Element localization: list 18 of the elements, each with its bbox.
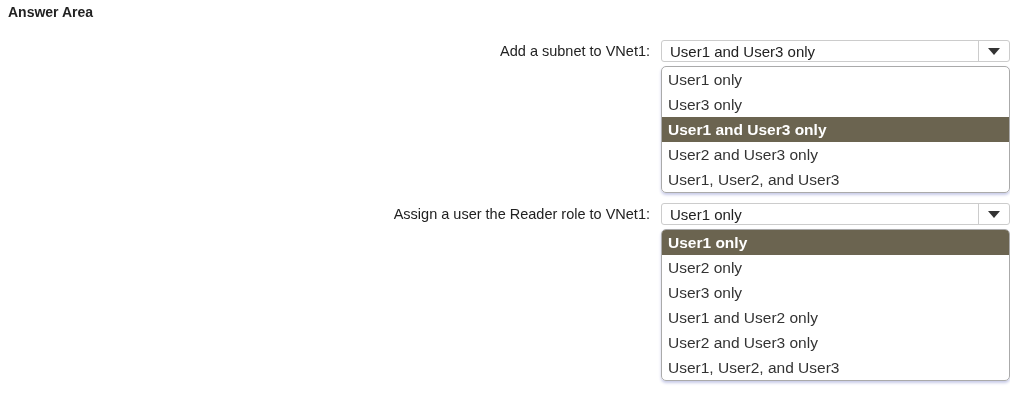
caret-icon [988, 210, 1000, 218]
answer-area-title: Answer Area [7, 4, 95, 20]
dropdown-option[interactable]: User2 and User3 only [662, 142, 1009, 167]
question-label: Add a subnet to VNet1: [499, 42, 650, 61]
dropdown-option[interactable]: User1, User2, and User3 [662, 355, 1009, 380]
caret-icon [988, 47, 1000, 55]
dropdown-option[interactable]: User1, User2, and User3 [662, 167, 1009, 192]
dropdown-option[interactable]: User1 only [662, 230, 1009, 255]
dropdown-option[interactable]: User1 and User3 only [662, 117, 1009, 142]
dropdown-option[interactable]: User3 only [662, 280, 1009, 305]
question-label: Assign a user the Reader role to VNet1: [392, 205, 650, 224]
dropdown-option[interactable]: User2 only [662, 255, 1009, 280]
dropdown[interactable]: User1 and User3 only [661, 40, 1010, 62]
dropdown-option[interactable]: User2 and User3 only [662, 330, 1009, 355]
dropdown-option[interactable]: User1 and User2 only [662, 305, 1009, 330]
dropdown-option[interactable]: User1 only [662, 67, 1009, 92]
dropdown[interactable]: User1 only [661, 203, 1010, 225]
dropdown-option[interactable]: User3 only [662, 92, 1009, 117]
